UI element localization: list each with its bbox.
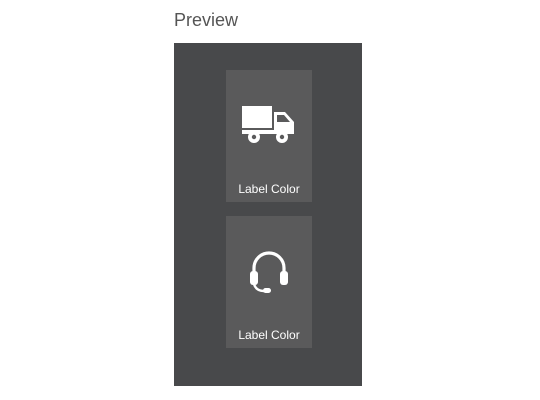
preview-tile-truck[interactable]: Label Color: [226, 70, 312, 202]
preview-section: Preview Label Color Label Color: [0, 0, 540, 400]
tile-label: Label Color: [238, 182, 300, 196]
truck-icon: [226, 98, 312, 152]
tile-label: Label Color: [238, 328, 300, 342]
headset-icon: [226, 244, 312, 298]
preview-tile-headset[interactable]: Label Color: [226, 216, 312, 348]
preview-panel: Label Color Label Color: [174, 43, 362, 386]
preview-title: Preview: [174, 10, 239, 30]
